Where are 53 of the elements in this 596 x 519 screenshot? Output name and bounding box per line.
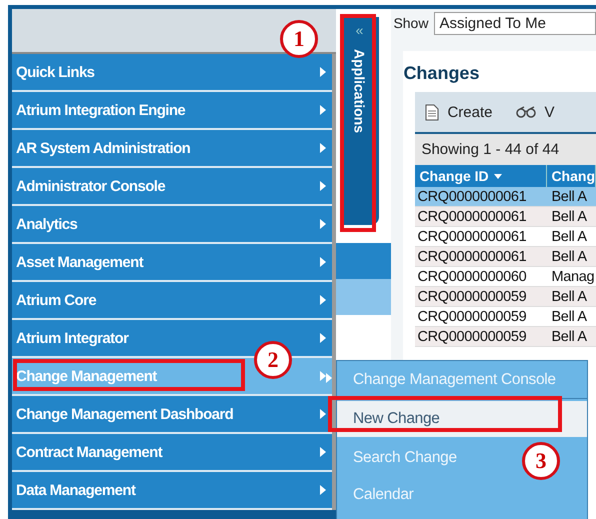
- table-cell-text: CRQ0000000059: [416, 308, 528, 324]
- menu-item[interactable]: Atrium Core: [12, 282, 332, 320]
- table-cell-text: Manag: [550, 268, 594, 284]
- menu-item[interactable]: Administrator Console: [12, 168, 332, 206]
- arrow-icon: [320, 67, 326, 77]
- document-icon: [425, 104, 440, 120]
- panel-title: Changes: [403, 62, 480, 85]
- table-cell-text: CRQ0000000061: [416, 228, 528, 244]
- header-strip: [336, 243, 392, 279]
- table-row[interactable]: CRQ0000000061 Bell A: [415, 247, 596, 267]
- arrow-icon: [320, 105, 326, 115]
- menu-item[interactable]: AR System Administration: [12, 130, 332, 168]
- menu-item[interactable]: Change Management Dashboard: [12, 396, 332, 434]
- menu-item[interactable]: Atrium Integration Engine: [12, 92, 332, 130]
- arrow-icon: [320, 295, 326, 305]
- table-cell-text: Bell A: [550, 208, 587, 224]
- table-cell-text: CRQ0000000061: [416, 208, 528, 224]
- table-row[interactable]: CRQ0000000059 Bell A: [415, 287, 596, 307]
- arrow-icon: [320, 409, 326, 419]
- arrow-icon: [320, 485, 326, 495]
- row-strip: [336, 279, 392, 315]
- table-cell-text: CRQ0000000060: [416, 268, 528, 284]
- arrow-icon: [320, 333, 326, 343]
- table-cell-text: CRQ0000000059: [416, 328, 528, 344]
- menu-item[interactable]: Data Management: [12, 472, 332, 510]
- record-count: Showing 1 - 44 of 44: [415, 134, 596, 165]
- arrow-icon: [320, 257, 326, 267]
- glasses-icon: [516, 106, 536, 118]
- arrow-icon: [320, 219, 326, 229]
- table-cell-text: CRQ0000000059: [416, 288, 528, 304]
- arrow-icon: [320, 181, 326, 191]
- table-cell-text: CRQ0000000061: [416, 188, 528, 204]
- table-cell-text: Bell A: [550, 248, 587, 264]
- arrow-icon: [320, 143, 326, 153]
- menu-item[interactable]: Asset Management: [12, 244, 332, 282]
- table-cell-text: CRQ0000000061: [416, 248, 528, 264]
- table-row[interactable]: CRQ0000000059 Bell A: [415, 327, 596, 347]
- menu-item[interactable]: Quick Links: [12, 54, 332, 92]
- sort-icon: [494, 174, 502, 178]
- table-cell-text: Bell A: [550, 188, 587, 204]
- table-row[interactable]: CRQ0000000061 Bell A: [415, 187, 596, 207]
- table-cell-text: Bell A: [550, 328, 587, 344]
- show-dropdown[interactable]: Assigned To Me: [434, 12, 596, 34]
- table-cell-text: Bell A: [550, 308, 587, 324]
- toolbar-button[interactable]: V: [516, 104, 554, 120]
- table-row[interactable]: CRQ0000000061 Bell A: [415, 207, 596, 227]
- table-cell-text: Bell A: [550, 228, 587, 244]
- arrow-icon: [320, 447, 326, 457]
- menu-item[interactable]: Analytics: [12, 206, 332, 244]
- toolbar-button[interactable]: Create: [425, 104, 492, 120]
- table-cell-text: Bell A: [550, 288, 587, 304]
- show-label: Show: [393, 15, 428, 31]
- menu-item[interactable]: Contract Management: [12, 434, 332, 472]
